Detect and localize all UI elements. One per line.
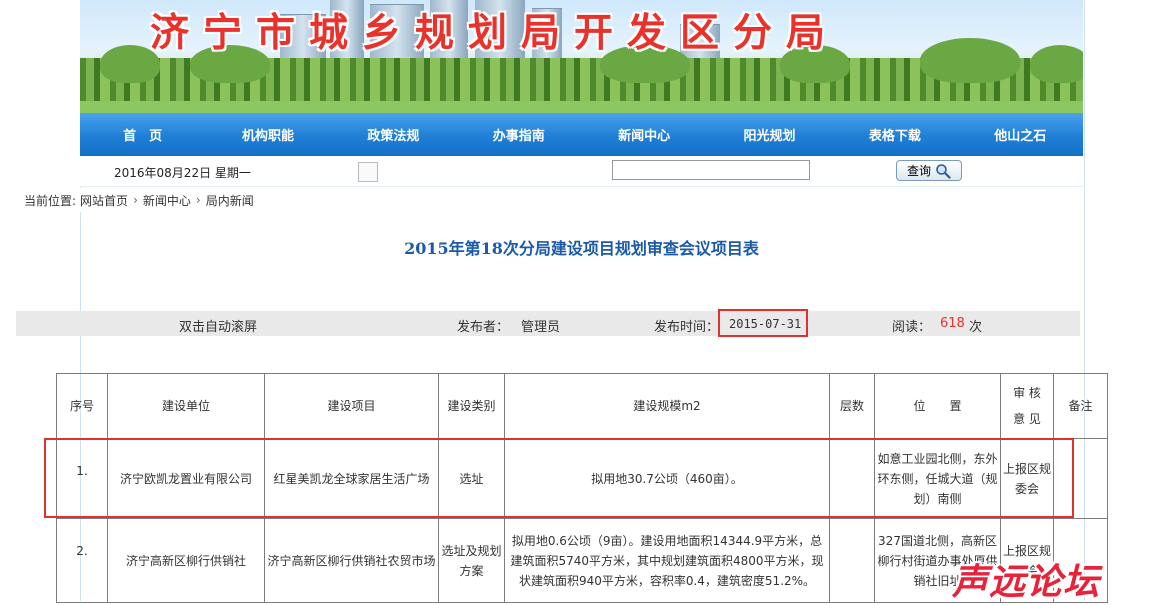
table-cell: 济宁高新区柳行供销社: [107, 518, 265, 603]
search-input[interactable]: [612, 160, 810, 180]
nav-forms[interactable]: 表格下载: [832, 113, 957, 156]
info-bar: 2016年08月22日 星期一 查询: [80, 156, 1083, 187]
table-cell: [829, 518, 875, 603]
chevron-right-icon: ›: [133, 193, 138, 207]
search-button-label: 查询: [906, 164, 931, 178]
publish-time-label: 发布时间：: [654, 320, 720, 335]
table-cell: 2.: [56, 518, 108, 603]
breadcrumb-home[interactable]: 网站首页: [80, 192, 128, 209]
article-title: 2015年第18次分局建设项目规划审查会议项目表: [404, 239, 759, 258]
col-header: 备注: [1053, 373, 1108, 439]
search-button[interactable]: 查询: [896, 160, 962, 181]
breadcrumb-news[interactable]: 新闻中心: [143, 192, 191, 209]
nav-home[interactable]: 首 页: [80, 113, 205, 156]
chevron-right-icon: ›: [195, 193, 201, 207]
table-cell: 济宁高新区柳行供销社农贸市场: [264, 518, 439, 603]
nav-news[interactable]: 新闻中心: [582, 113, 707, 156]
article-meta-bar: 双击自动滚屏 发布者： 管理员 发布时间： 2015-07-31 阅读： 618…: [16, 311, 1080, 336]
col-header: 建设规模m2: [504, 373, 830, 439]
watermark: 声远论坛: [952, 562, 1101, 603]
col-header: 序号: [56, 373, 108, 439]
table-cell: 选址及规划方案: [438, 518, 505, 603]
main-nav: 首 页 机构职能 政策法规 办事指南 新闻中心 阳光规划 表格下载 他山之石: [80, 113, 1083, 156]
col-header: 建设项目: [264, 373, 439, 439]
col-header: 建设类别: [438, 373, 505, 439]
nav-policies[interactable]: 政策法规: [331, 113, 456, 156]
col-header: 审 核 意 见: [1000, 373, 1054, 439]
views-count: 618: [940, 316, 965, 331]
breadcrumb-label: 当前位置:: [24, 193, 77, 208]
current-date: 2016年08月22日 星期一: [114, 166, 251, 180]
row-highlight: [44, 438, 1074, 518]
col-header: 位 置: [874, 373, 1001, 439]
publish-time-highlight: [718, 309, 808, 337]
auto-scroll-toggle[interactable]: 双击自动滚屏: [179, 316, 257, 335]
col-header: 建设单位: [107, 373, 265, 439]
nav-guide[interactable]: 办事指南: [456, 113, 581, 156]
site-banner: 济宁市城乡规划局开发区分局: [80, 0, 1083, 113]
nav-sunshine-planning[interactable]: 阳光规划: [707, 113, 832, 156]
nav-organization[interactable]: 机构职能: [205, 113, 330, 156]
checkbox[interactable]: [358, 162, 378, 182]
table-row: 2. 济宁高新区柳行供销社 济宁高新区柳行供销社农贸市场 选址及规划方案 拟用地…: [56, 518, 1108, 603]
publisher-label: 发布者：: [457, 320, 510, 335]
views-label: 阅读：: [892, 320, 932, 335]
nav-others[interactable]: 他山之石: [958, 113, 1083, 156]
magnifier-icon: [936, 163, 951, 179]
table-header-row: 序号 建设单位 建设项目 建设类别 建设规模m2 层数 位 置 审 核 意 见 …: [56, 373, 1108, 439]
site-title: 济宁市城乡规划局开发区分局: [150, 11, 840, 56]
breadcrumb: 当前位置: 网站首页 › 新闻中心 › 局内新闻: [0, 188, 1083, 212]
table-cell: 拟用地0.6公顷（9亩）。建设用地面积14344.9平方米，总建筑面积5740平…: [504, 518, 830, 603]
col-header: 层数: [829, 373, 875, 439]
views-unit: 次: [969, 320, 983, 335]
publisher-name: 管理员: [521, 320, 561, 335]
breadcrumb-local-news[interactable]: 局内新闻: [206, 192, 254, 209]
